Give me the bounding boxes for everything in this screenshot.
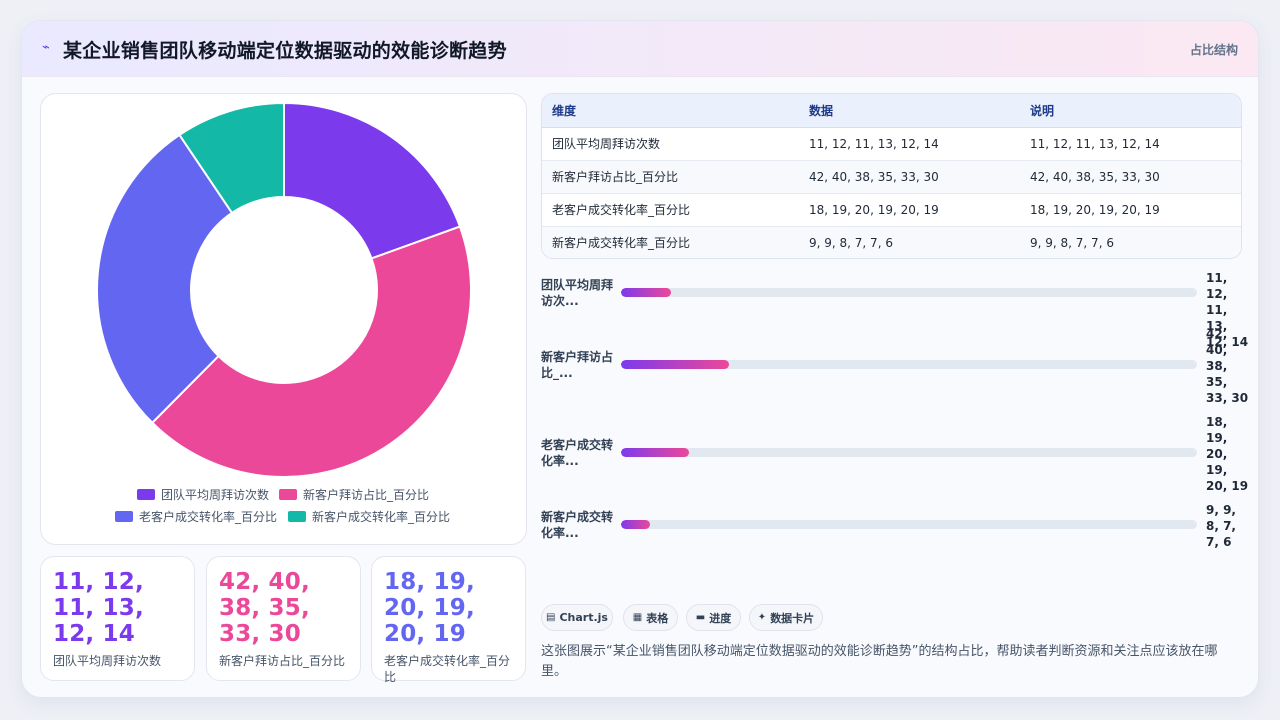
table-cell: 新客户拜访占比_百分比	[542, 160, 799, 194]
legend-label: 新客户成交转化率_百分比	[312, 510, 451, 524]
legend-swatch	[115, 511, 133, 522]
chip-label: 表格	[646, 611, 669, 625]
legend-swatch	[137, 489, 155, 500]
progress-track	[621, 360, 1197, 369]
progress-fill	[621, 360, 730, 369]
chip-label: 进度	[709, 611, 732, 625]
table-cell: 新客户成交转化率_百分比	[542, 226, 799, 258]
legend-label: 新客户拜访占比_百分比	[303, 488, 430, 502]
table-cell: 18, 19, 20, 19, 20, 19	[1020, 193, 1241, 227]
chart-type-tag: 占比结构	[1189, 43, 1238, 57]
progress-label: 老客户成交转化率...	[541, 438, 614, 468]
chip-progress[interactable]: ▬ 进度	[686, 604, 741, 631]
table-header-row: 维度 数据 说明	[542, 94, 1241, 128]
column-header: 数据	[799, 94, 1020, 128]
column-header: 维度	[542, 94, 799, 128]
stat-card: 18, 19, 20, 19, 20, 19 老客户成交转化率_百分比	[371, 556, 526, 684]
legend-item[interactable]: 老客户成交转化率_百分比	[115, 508, 277, 525]
table-row: 新客户拜访占比_百分比 42, 40, 38, 35, 33, 30 42, 4…	[542, 160, 1241, 194]
data-table: 维度 数据 说明 团队平均周拜访次数 11, 12, 11, 13, 12, 1…	[541, 93, 1242, 259]
card-icon: ✦	[757, 612, 767, 623]
stat-value: 11, 12, 11, 13, 12, 14	[53, 569, 144, 647]
table-cell: 11, 12, 11, 13, 12, 14	[1020, 127, 1241, 161]
stat-label: 老客户成交转化率_百分比	[384, 654, 511, 684]
progress-icon: ▬	[695, 612, 706, 623]
stat-value: 42, 40, 38, 35, 33, 30	[219, 569, 310, 647]
stat-value: 18, 19, 20, 19, 20, 19	[384, 569, 475, 647]
doughnut-chart	[96, 101, 472, 478]
legend-label: 老客户成交转化率_百分比	[139, 510, 278, 524]
progress-label: 新客户成交转化率...	[541, 510, 614, 540]
table-cell: 团队平均周拜访次数	[542, 127, 799, 161]
stat-card: 11, 12, 11, 13, 12, 14 团队平均周拜访次数	[40, 556, 195, 681]
progress-label: 新客户拜访占比_...	[541, 350, 614, 380]
stat-label: 新客户拜访占比_百分比	[219, 654, 346, 668]
progress-value: 9, 9, 8, 7, 7, 6	[1206, 503, 1236, 549]
table-cell: 42, 40, 38, 35, 33, 30	[799, 160, 1020, 194]
chart-icon: ▤	[546, 612, 556, 623]
progress-fill	[621, 448, 689, 457]
table-row: 老客户成交转化率_百分比 18, 19, 20, 19, 20, 19 18, …	[542, 193, 1241, 227]
table-cell: 9, 9, 8, 7, 7, 6	[1020, 226, 1241, 258]
table-cell: 42, 40, 38, 35, 33, 30	[1020, 160, 1241, 194]
table-cell: 9, 9, 8, 7, 7, 6	[799, 226, 1020, 258]
page-title: 某企业销售团队移动端定位数据驱动的效能诊断趋势	[63, 40, 507, 62]
chip-chartjs[interactable]: ▤ Chart.js	[541, 604, 613, 631]
legend-swatch	[288, 511, 306, 522]
chip-table[interactable]: ▦ 表格	[623, 604, 678, 631]
table-cell: 11, 12, 11, 13, 12, 14	[799, 127, 1020, 161]
legend-label: 团队平均周拜访次数	[161, 488, 270, 502]
stat-card: 42, 40, 38, 35, 33, 30 新客户拜访占比_百分比	[206, 556, 361, 681]
progress-value: 18, 19, 20, 19, 20, 19	[1206, 415, 1249, 493]
header-bar: ⌁ 某企业销售团队移动端定位数据驱动的效能诊断趋势 占比结构	[22, 21, 1258, 77]
table-cell: 18, 19, 20, 19, 20, 19	[799, 193, 1020, 227]
table-cell: 老客户成交转化率_百分比	[542, 193, 799, 227]
legend-item[interactable]: 新客户成交转化率_百分比	[288, 508, 450, 525]
chip-label: 数据卡片	[770, 611, 815, 625]
sparkle-icon: ⌁	[42, 40, 50, 55]
doughnut-chart-panel: 团队平均周拜访次数 新客户拜访占比_百分比 老客户成交转化率_百分比 新客户成交…	[40, 93, 527, 545]
progress-value: 42, 40, 38, 35, 33, 30	[1206, 327, 1249, 405]
progress-fill	[621, 288, 672, 297]
chip-label: Chart.js	[559, 611, 608, 624]
progress-track	[621, 520, 1197, 529]
legend-item[interactable]: 团队平均周拜访次数	[137, 486, 269, 503]
chart-description: 这张图展示“某企业销售团队移动端定位数据驱动的效能诊断趋势”的结构占比，帮助读者…	[541, 644, 1218, 679]
table-row: 团队平均周拜访次数 11, 12, 11, 13, 12, 14 11, 12,…	[542, 127, 1241, 161]
stat-label: 团队平均周拜访次数	[53, 654, 162, 668]
progress-label: 团队平均周拜访次...	[541, 278, 614, 308]
legend-swatch	[279, 489, 297, 500]
progress-track	[621, 448, 1197, 457]
progress-track	[621, 288, 1197, 297]
progress-fill	[621, 520, 650, 529]
chip-data-card[interactable]: ✦ 数据卡片	[749, 604, 823, 631]
dashboard-card: ⌁ 某企业销售团队移动端定位数据驱动的效能诊断趋势 占比结构 团队平均周拜访次数…	[21, 20, 1259, 698]
legend-item[interactable]: 新客户拜访占比_百分比	[279, 486, 429, 503]
column-header: 说明	[1020, 94, 1241, 128]
table-row: 新客户成交转化率_百分比 9, 9, 8, 7, 7, 6 9, 9, 8, 7…	[542, 226, 1241, 258]
table-icon: ▦	[632, 612, 643, 623]
